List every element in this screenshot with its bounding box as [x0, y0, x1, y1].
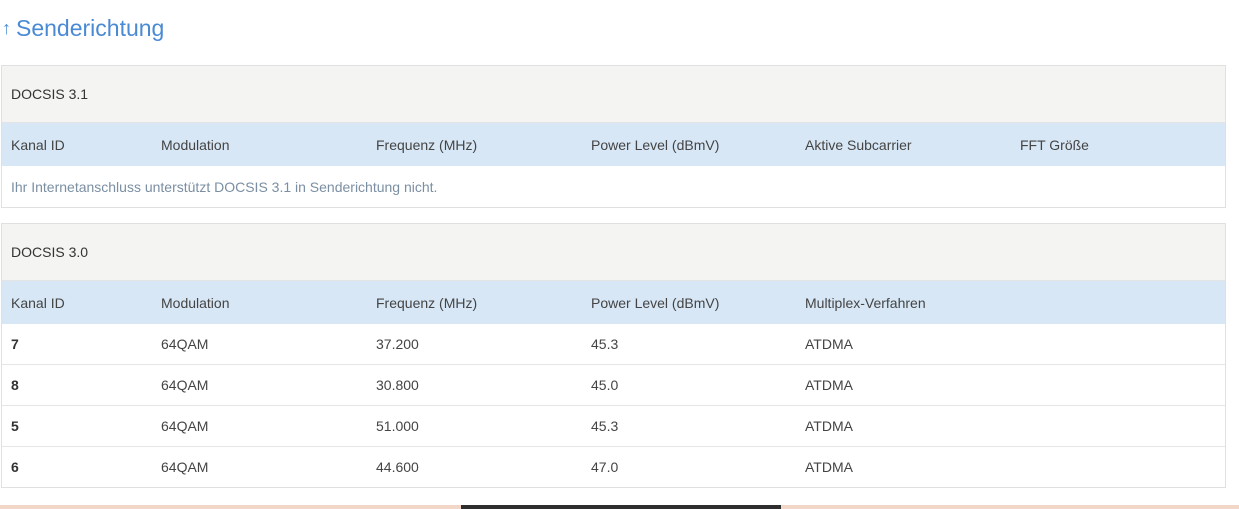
table-row: 8 64QAM 30.800 45.0 ATDMA — [2, 365, 1225, 406]
docsis30-header: DOCSIS 3.0 — [2, 224, 1225, 281]
col-aktive-subcarrier: Aktive Subcarrier — [805, 136, 912, 153]
docsis30-table-body: 7 64QAM 37.200 45.3 ATDMA 8 64QAM 30.800… — [2, 324, 1225, 487]
col-power-level: Power Level (dBmV) — [591, 136, 720, 153]
docsis30-box: DOCSIS 3.0 Kanal ID Modulation Frequenz … — [1, 223, 1226, 488]
col-modulation: Modulation — [161, 136, 230, 153]
cell-power-level: 45.3 — [591, 418, 619, 434]
page: ↑ Senderichtung DOCSIS 3.1 Kanal ID Modu… — [0, 0, 1239, 509]
cell-multiplex: ATDMA — [805, 418, 853, 434]
cell-frequenz: 44.600 — [376, 459, 419, 475]
table-row: 7 64QAM 37.200 45.3 ATDMA — [2, 324, 1225, 365]
cell-frequenz: 37.200 — [376, 336, 419, 352]
table-row: 5 64QAM 51.000 45.3 ATDMA — [2, 406, 1225, 447]
scroll-handle[interactable] — [461, 505, 781, 509]
col-power-level: Power Level (dBmV) — [591, 294, 720, 311]
docsis30-title: DOCSIS 3.0 — [11, 244, 89, 260]
cell-power-level: 47.0 — [591, 459, 619, 475]
section-title-senderichtung[interactable]: ↑ Senderichtung — [0, 12, 164, 44]
col-modulation: Modulation — [161, 294, 230, 311]
arrow-up-icon: ↑ — [2, 17, 11, 38]
col-kanal-id: Kanal ID — [11, 294, 65, 311]
cell-multiplex: ATDMA — [805, 377, 853, 393]
cell-modulation: 64QAM — [161, 459, 209, 475]
docsis31-table-header: Kanal ID Modulation Frequenz (MHz) Power… — [2, 123, 1225, 166]
docsis31-notice: Ihr Internetanschluss unterstützt DOCSIS… — [11, 178, 438, 195]
cell-modulation: 64QAM — [161, 418, 209, 434]
col-frequenz: Frequenz (MHz) — [376, 136, 478, 153]
cell-frequenz: 51.000 — [376, 418, 419, 434]
cell-kanal-id: 5 — [11, 418, 19, 434]
docsis31-header: DOCSIS 3.1 — [2, 66, 1225, 123]
cell-power-level: 45.0 — [591, 377, 619, 393]
section-title-label: Senderichtung — [16, 14, 165, 41]
cell-kanal-id: 6 — [11, 459, 19, 475]
cell-kanal-id: 8 — [11, 377, 19, 393]
docsis30-table-header: Kanal ID Modulation Frequenz (MHz) Power… — [2, 281, 1225, 324]
docsis31-title: DOCSIS 3.1 — [11, 86, 89, 102]
cell-multiplex: ATDMA — [805, 336, 853, 352]
col-frequenz: Frequenz (MHz) — [376, 294, 478, 311]
cell-power-level: 45.3 — [591, 336, 619, 352]
docsis31-box: DOCSIS 3.1 Kanal ID Modulation Frequenz … — [1, 65, 1226, 208]
cell-frequenz: 30.800 — [376, 377, 419, 393]
col-kanal-id: Kanal ID — [11, 136, 65, 153]
cell-kanal-id: 7 — [11, 336, 19, 352]
col-multiplex-verfahren: Multiplex-Verfahren — [805, 294, 926, 311]
cell-modulation: 64QAM — [161, 377, 209, 393]
col-fft-groesse: FFT Größe — [1020, 136, 1089, 153]
cell-multiplex: ATDMA — [805, 459, 853, 475]
table-row: 6 64QAM 44.600 47.0 ATDMA — [2, 447, 1225, 487]
cell-modulation: 64QAM — [161, 336, 209, 352]
